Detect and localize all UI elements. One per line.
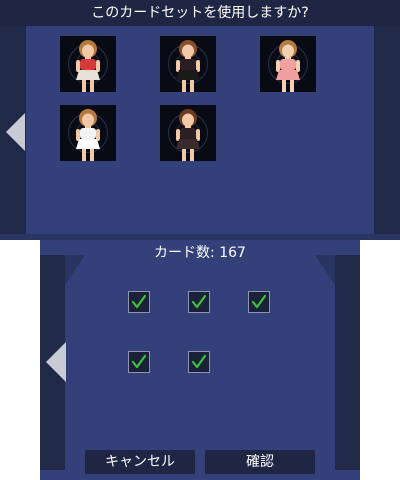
- previous-page-arrow-icon[interactable]: [6, 113, 25, 151]
- top-screen: このカードセットを使用しますか?: [0, 0, 400, 240]
- character-figure-icon: [76, 40, 100, 92]
- character-figure-icon: [176, 40, 200, 92]
- character-figure-icon: [176, 109, 200, 161]
- check-mark-icon: [251, 294, 267, 309]
- card-checkbox[interactable]: [128, 351, 150, 373]
- card-thumbnail[interactable]: [60, 105, 116, 161]
- bottom-screen: カード数: 167 キャンセル 確認: [40, 240, 360, 480]
- character-figure-icon: [76, 109, 100, 161]
- check-mark-icon: [131, 354, 147, 369]
- check-mark-icon: [191, 294, 207, 309]
- check-mark-icon: [191, 354, 207, 369]
- card-thumbnail[interactable]: [260, 36, 316, 92]
- title-bar: このカードセットを使用しますか?: [0, 0, 400, 26]
- card-checkbox[interactable]: [188, 291, 210, 313]
- character-figure-icon: [276, 40, 300, 92]
- card-checkbox[interactable]: [128, 291, 150, 313]
- card-thumbnail[interactable]: [160, 36, 216, 92]
- card-thumbnail[interactable]: [160, 105, 216, 161]
- card-count-label: カード数: 167: [154, 245, 246, 261]
- confirm-button[interactable]: 確認: [205, 450, 315, 474]
- previous-page-arrow-icon[interactable]: [46, 342, 66, 382]
- check-mark-icon: [131, 294, 147, 309]
- right-side-panel: [335, 255, 360, 470]
- dialog-title: このカードセットを使用しますか?: [91, 5, 309, 21]
- card-checkbox[interactable]: [188, 351, 210, 373]
- card-checkbox[interactable]: [248, 291, 270, 313]
- cancel-button[interactable]: キャンセル: [85, 450, 195, 474]
- right-side-panel: [374, 26, 400, 240]
- card-thumbnail[interactable]: [60, 36, 116, 92]
